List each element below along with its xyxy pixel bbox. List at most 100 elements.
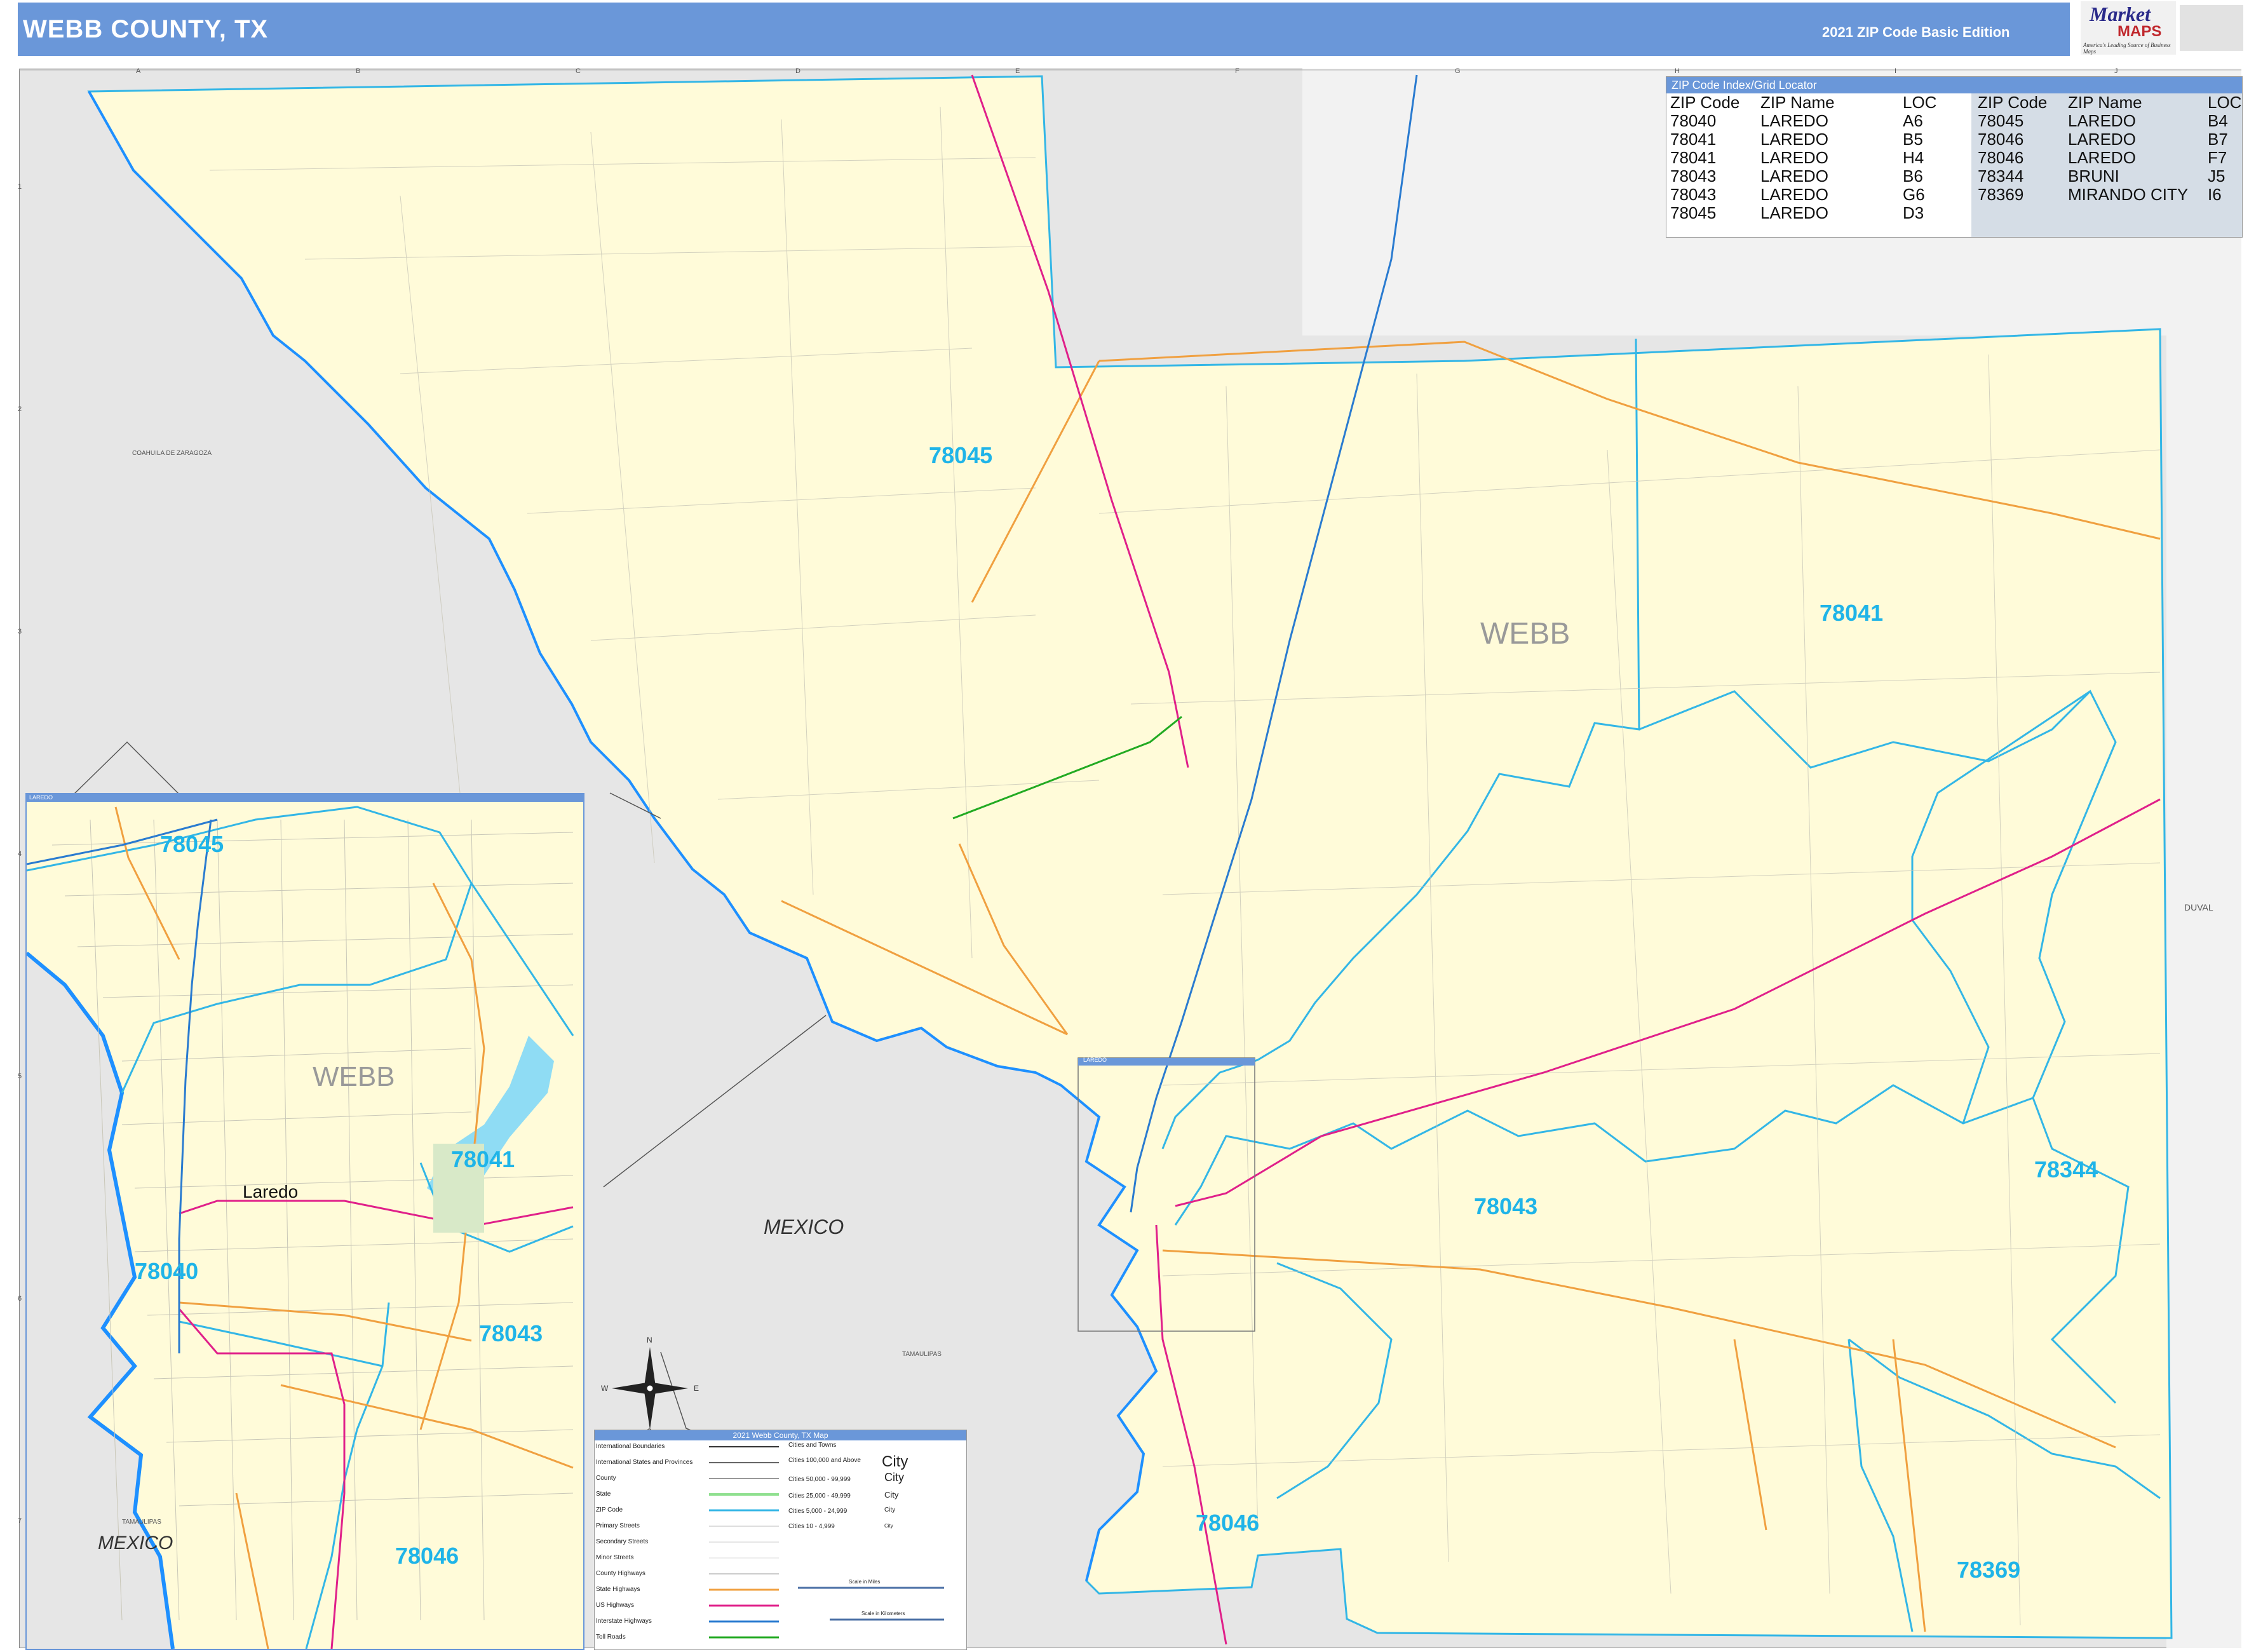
- table-cell: D3: [1903, 203, 1924, 222]
- table-cell: LAREDO: [2068, 111, 2136, 130]
- logo-mark: Market MAPS America's Leading Source of …: [2081, 1, 2176, 55]
- table-cell: [2204, 204, 2241, 222]
- legend-scale-miles: Scale in Miles: [849, 1579, 881, 1585]
- inset-mexico-label: MEXICO: [98, 1533, 173, 1554]
- legend-city-sample: City: [884, 1523, 893, 1529]
- inset-header-label: LAREDO: [29, 794, 53, 801]
- legend-item: US Highways: [596, 1602, 635, 1609]
- legend-city-sample: City: [884, 1506, 896, 1513]
- zip-label-78045: 78045: [929, 442, 993, 468]
- inset-header: LAREDO: [27, 794, 583, 802]
- table-cell: J5: [2208, 166, 2225, 186]
- grid-row-1: 1: [18, 183, 22, 191]
- table-cell: F7: [2208, 148, 2227, 167]
- table-cell: 78041: [1670, 130, 1717, 149]
- duval-label: DUVAL: [2184, 902, 2213, 912]
- legend-item: International Boundaries: [596, 1443, 665, 1450]
- inset-map-svg: [27, 806, 574, 1649]
- table-row: 78045 LAREDO D3: [1666, 204, 2241, 222]
- legend-item: Toll Roads: [596, 1634, 626, 1641]
- zip-label-78043: 78043: [1474, 1193, 1538, 1219]
- legend-item: Cities 100,000 and Above: [788, 1457, 861, 1464]
- compass-n: N: [647, 1336, 652, 1344]
- table-cell: 78045: [1978, 111, 2024, 130]
- header-bar: WEBB COUNTY, TX 2021 ZIP Code Basic Edit…: [18, 3, 2070, 56]
- table-cell: 78344: [1978, 166, 2024, 186]
- legend-item: Cities 50,000 - 99,999: [788, 1476, 851, 1483]
- table-cell: [1974, 204, 2064, 222]
- inset-tamaulipas-label: TAMAULIPAS: [122, 1519, 161, 1526]
- legend-item: County: [596, 1475, 616, 1482]
- legend-item: County Highways: [596, 1570, 645, 1577]
- legend-city-sample: City: [884, 1471, 904, 1484]
- legend-item: Cities 5,000 - 24,999: [788, 1508, 848, 1515]
- grid-row-2: 2: [18, 405, 22, 413]
- zip-index-header: ZIP Code: [1670, 93, 1740, 112]
- table-cell: B6: [1903, 166, 1923, 186]
- grid-col-f: F: [1235, 67, 1239, 75]
- table-row: 78041 LAREDO H4 78046 LAREDO F7: [1666, 149, 2241, 167]
- table-cell: LAREDO: [2068, 148, 2136, 167]
- legend-item: Cities 10 - 4,999: [788, 1523, 835, 1530]
- grid-row-6: 6: [18, 1295, 22, 1303]
- market-maps-logo: Market MAPS America's Leading Source of …: [2081, 1, 2247, 55]
- tamaulipas-label: TAMAULIPAS: [902, 1351, 942, 1358]
- coahuila-label: COAHUILA DE ZARAGOZA: [132, 450, 212, 457]
- table-cell: B4: [2208, 111, 2228, 130]
- table-cell: 78043: [1670, 185, 1717, 204]
- legend-item: State: [596, 1491, 611, 1498]
- legend-city-sample: City: [884, 1490, 899, 1500]
- legend-item: International States and Provinces: [596, 1459, 693, 1466]
- zip-index-panel: ZIP Code Index/Grid Locator ZIP Code ZIP…: [1666, 76, 2243, 238]
- legend-item: Interstate Highways: [596, 1618, 652, 1625]
- table-row: 78043 LAREDO B6 78344 BRUNI J5: [1666, 167, 2241, 186]
- county-label: WEBB: [1480, 617, 1570, 651]
- edition-label: 2021 ZIP Code Basic Edition: [1822, 24, 2010, 40]
- inset-us-highways: [178, 1200, 574, 1649]
- table-cell: 78046: [1978, 148, 2024, 167]
- legend-city-sample: City: [882, 1453, 908, 1470]
- grid-col-j: J: [2114, 67, 2118, 75]
- table-cell: MIRANDO CITY: [2068, 185, 2189, 204]
- laredo-inset-map[interactable]: LAREDO 78045 WEBB 78041 Laredo 78040 780…: [25, 793, 584, 1650]
- legend-item: Minor Streets: [596, 1554, 634, 1561]
- grid-col-c: C: [576, 67, 581, 75]
- logo-tagline: America's Leading Source of Business Map…: [2083, 42, 2171, 55]
- table-cell: G6: [1903, 185, 1925, 204]
- zip-index-header-row: ZIP Code ZIP Name LOC ZIP Code ZIP Name …: [1666, 93, 2241, 112]
- table-cell: 78040: [1670, 111, 1717, 130]
- compass-w: W: [601, 1384, 609, 1393]
- inset-zip-label-78046: 78046: [395, 1543, 459, 1569]
- zip-index-title: ZIP Code Index/Grid Locator: [1666, 77, 2242, 93]
- east-neighbor-area: [2166, 69, 2241, 1648]
- zip-index-header: ZIP Name: [1760, 93, 1835, 112]
- inset-zip-label-78043: 78043: [479, 1320, 543, 1346]
- legend-item: Cities and Towns: [788, 1442, 837, 1449]
- table-cell: 78041: [1670, 148, 1717, 167]
- zip-index-header: ZIP Code: [1978, 93, 2048, 112]
- zip-index-table: ZIP Code ZIP Name LOC ZIP Code ZIP Name …: [1666, 93, 2241, 222]
- grid-row-4: 4: [18, 850, 22, 858]
- grid-row-3: 3: [18, 628, 22, 635]
- grid-col-e: E: [1015, 67, 1020, 75]
- legend-item: Cities 25,000 - 49,999: [788, 1493, 851, 1500]
- grid-col-d: D: [795, 67, 800, 75]
- grid-col-a: A: [136, 67, 141, 75]
- grid-col-h: H: [1675, 67, 1680, 75]
- inset-zip-label-78040: 78040: [135, 1258, 199, 1284]
- table-cell: 78369: [1978, 185, 2024, 204]
- table-row: 78040 LAREDO A6 78045 LAREDO B4: [1666, 112, 2241, 130]
- table-cell: A6: [1903, 111, 1923, 130]
- inset-locator-label: LAREDO: [1083, 1057, 1107, 1063]
- zip-label-78344: 78344: [2034, 1156, 2098, 1182]
- zip-label-78041: 78041: [1820, 600, 1884, 626]
- table-cell: LAREDO: [1760, 130, 1828, 149]
- map-legend: 2021 Webb County, TX Map International B…: [594, 1430, 967, 1650]
- zip-index-header: LOC: [2208, 93, 2242, 112]
- grid-col-g: G: [1455, 67, 1461, 75]
- table-cell: LAREDO: [1760, 166, 1828, 186]
- table-cell: LAREDO: [1760, 203, 1828, 222]
- table-cell: LAREDO: [1760, 111, 1828, 130]
- zip-index-header: ZIP Name: [2068, 93, 2142, 112]
- table-cell: H4: [1903, 148, 1924, 167]
